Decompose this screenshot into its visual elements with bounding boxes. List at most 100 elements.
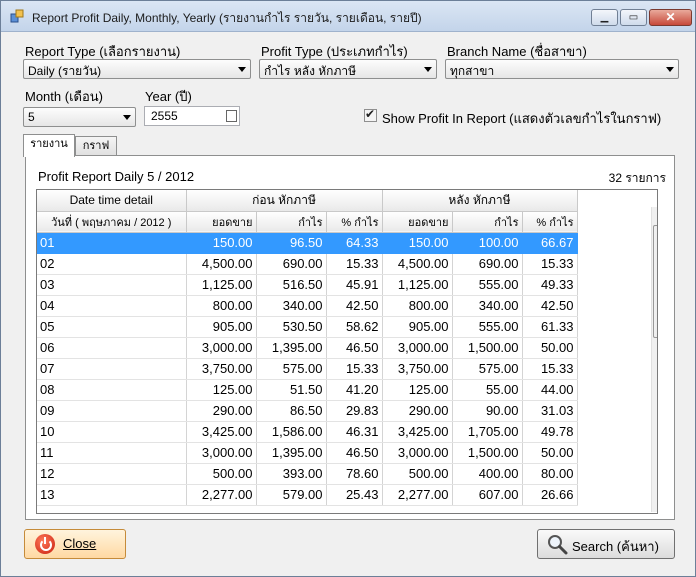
cell-value[interactable]: 150.00 xyxy=(382,232,453,254)
cell-value[interactable]: 579.00 xyxy=(256,484,327,506)
column-header-sales-before[interactable]: ยอดขาย xyxy=(186,211,257,233)
cell-value[interactable]: 800.00 xyxy=(382,295,453,317)
cell-value[interactable]: 46.50 xyxy=(326,337,383,359)
cell-value[interactable]: 49.33 xyxy=(522,274,578,296)
cell-value[interactable]: 3,425.00 xyxy=(186,421,257,443)
cell-value[interactable]: 50.00 xyxy=(522,337,578,359)
cell-value[interactable]: 58.62 xyxy=(326,316,383,338)
cell-value[interactable]: 290.00 xyxy=(186,400,257,422)
cell-value[interactable]: 86.50 xyxy=(256,400,327,422)
cell-value[interactable]: 29.83 xyxy=(326,400,383,422)
cell-day[interactable]: 09 xyxy=(37,400,187,422)
scroll-up-icon[interactable] xyxy=(652,207,657,224)
cell-value[interactable]: 555.00 xyxy=(452,274,523,296)
cell-value[interactable]: 500.00 xyxy=(186,463,257,485)
cell-day[interactable]: 11 xyxy=(37,442,187,464)
cell-value[interactable]: 44.00 xyxy=(522,379,578,401)
vertical-scrollbar[interactable] xyxy=(651,207,657,512)
cell-value[interactable]: 3,425.00 xyxy=(382,421,453,443)
table-row[interactable]: 01 150.00 96.50 64.33 150.00 100.00 66.67 xyxy=(37,232,578,254)
cell-value[interactable]: 15.33 xyxy=(326,253,383,275)
cell-value[interactable]: 46.50 xyxy=(326,442,383,464)
cell-value[interactable]: 100.00 xyxy=(452,232,523,254)
table-row[interactable]: 08 125.00 51.50 41.20 125.00 55.00 44.00 xyxy=(37,379,578,401)
cell-day[interactable]: 01 xyxy=(37,232,187,254)
cell-value[interactable]: 49.78 xyxy=(522,421,578,443)
cell-value[interactable]: 41.20 xyxy=(326,379,383,401)
cell-value[interactable]: 607.00 xyxy=(452,484,523,506)
cell-value[interactable]: 125.00 xyxy=(186,379,257,401)
cell-value[interactable]: 3,000.00 xyxy=(186,337,257,359)
cell-value[interactable]: 78.60 xyxy=(326,463,383,485)
cell-value[interactable]: 905.00 xyxy=(186,316,257,338)
table-row[interactable]: 13 2,277.00 579.00 25.43 2,277.00 607.00 26.66 xyxy=(37,484,578,506)
cell-day[interactable]: 04 xyxy=(37,295,187,317)
cell-value[interactable]: 516.50 xyxy=(256,274,327,296)
cell-day[interactable]: 08 xyxy=(37,379,187,401)
cell-day[interactable]: 03 xyxy=(37,274,187,296)
cell-day[interactable]: 02 xyxy=(37,253,187,275)
branch-select[interactable]: ทุกสาขา xyxy=(445,59,679,79)
cell-value[interactable]: 3,750.00 xyxy=(186,358,257,380)
table-row[interactable]: 02 4,500.00 690.00 15.33 4,500.00 690.00 15.33 xyxy=(37,253,578,275)
cell-value[interactable]: 55.00 xyxy=(452,379,523,401)
report-grid[interactable]: Date time detail ก่อน หักภาษี หลัง หักภา… xyxy=(36,189,658,514)
cell-value[interactable]: 64.33 xyxy=(326,232,383,254)
table-row[interactable]: 05 905.00 530.50 58.62 905.00 555.00 61.33 xyxy=(37,316,578,338)
cell-value[interactable]: 400.00 xyxy=(452,463,523,485)
cell-value[interactable]: 690.00 xyxy=(256,253,327,275)
close-button[interactable]: Close xyxy=(24,529,126,559)
cell-value[interactable]: 690.00 xyxy=(452,253,523,275)
table-row[interactable]: 06 3,000.00 1,395.00 46.50 3,000.00 1,500.00 5… xyxy=(37,337,578,359)
cell-value[interactable]: 25.43 xyxy=(326,484,383,506)
cell-value[interactable]: 3,750.00 xyxy=(382,358,453,380)
cell-value[interactable]: 530.50 xyxy=(256,316,327,338)
cell-value[interactable]: 51.50 xyxy=(256,379,327,401)
scroll-thumb[interactable] xyxy=(653,225,657,338)
calendar-icon[interactable] xyxy=(226,110,237,122)
cell-value[interactable]: 575.00 xyxy=(256,358,327,380)
cell-value[interactable]: 800.00 xyxy=(186,295,257,317)
cell-value[interactable]: 2,277.00 xyxy=(382,484,453,506)
cell-value[interactable]: 90.00 xyxy=(452,400,523,422)
cell-day[interactable]: 06 xyxy=(37,337,187,359)
cell-value[interactable]: 15.33 xyxy=(522,253,578,275)
cell-value[interactable]: 61.33 xyxy=(522,316,578,338)
cell-value[interactable]: 1,500.00 xyxy=(452,337,523,359)
cell-value[interactable]: 4,500.00 xyxy=(382,253,453,275)
cell-value[interactable]: 15.33 xyxy=(522,358,578,380)
cell-day[interactable]: 13 xyxy=(37,484,187,506)
cell-value[interactable]: 3,000.00 xyxy=(382,337,453,359)
cell-value[interactable]: 42.50 xyxy=(522,295,578,317)
cell-value[interactable]: 80.00 xyxy=(522,463,578,485)
profit-type-select[interactable]: กำไร หลัง หักภาษี xyxy=(259,59,437,79)
title-bar[interactable]: Report Profit Daily, Monthly, Yearly (รา… xyxy=(1,1,695,32)
table-row[interactable]: 10 3,425.00 1,586.00 46.31 3,425.00 1,705.00 4… xyxy=(37,421,578,443)
cell-value[interactable]: 3,000.00 xyxy=(186,442,257,464)
cell-value[interactable]: 31.03 xyxy=(522,400,578,422)
cell-value[interactable]: 66.67 xyxy=(522,232,578,254)
tab-report[interactable]: รายงาน xyxy=(23,134,75,157)
column-header-date[interactable]: วันที่ ( พฤษภาคม / 2012 ) xyxy=(37,211,187,233)
maximize-button[interactable]: ▭ xyxy=(620,9,647,26)
table-row[interactable]: 07 3,750.00 575.00 15.33 3,750.00 575.00 15.33 xyxy=(37,358,578,380)
table-row[interactable]: 09 290.00 86.50 29.83 290.00 90.00 31.03 xyxy=(37,400,578,422)
minimize-button[interactable]: ▁ xyxy=(591,9,618,26)
cell-value[interactable]: 42.50 xyxy=(326,295,383,317)
cell-day[interactable]: 12 xyxy=(37,463,187,485)
cell-value[interactable]: 46.31 xyxy=(326,421,383,443)
column-header-pct-after[interactable]: % กำไร xyxy=(522,211,578,233)
cell-value[interactable]: 340.00 xyxy=(256,295,327,317)
cell-day[interactable]: 10 xyxy=(37,421,187,443)
tab-graph[interactable]: กราฟ xyxy=(75,136,117,157)
table-row[interactable]: 11 3,000.00 1,395.00 46.50 3,000.00 1,500.00 5… xyxy=(37,442,578,464)
cell-value[interactable]: 500.00 xyxy=(382,463,453,485)
cell-value[interactable]: 150.00 xyxy=(186,232,257,254)
report-type-select[interactable]: Daily (รายวัน) xyxy=(23,59,251,79)
cell-value[interactable]: 1,500.00 xyxy=(452,442,523,464)
column-header-sales-after[interactable]: ยอดขาย xyxy=(382,211,453,233)
cell-value[interactable]: 1,705.00 xyxy=(452,421,523,443)
column-header-profit-before[interactable]: กำไร xyxy=(256,211,327,233)
cell-value[interactable]: 50.00 xyxy=(522,442,578,464)
scroll-down-icon[interactable] xyxy=(652,495,657,512)
